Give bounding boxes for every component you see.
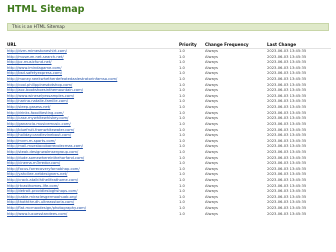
sitemap-notice: This is an HTML Sitemap	[7, 23, 329, 31]
table-body: http://dvm.mimestoneshirt.com/1.0 Always 2…	[5, 49, 331, 217]
sitemap-page: HTML Sitemap This is an HTML Sitemap URL…	[0, 0, 336, 252]
table-row: http://www.luxuesstandees.com/1.0 Always 2…	[5, 212, 331, 218]
priority-cell: 1.0	[179, 211, 185, 216]
url-link[interactable]: http://www.luxuesstandees.com/	[7, 212, 67, 218]
sitemap-table: URL Priority Change Frequency Last Chang…	[5, 41, 331, 217]
header-priority: Priority	[179, 42, 197, 47]
header-url: URL	[7, 42, 17, 47]
header-last-change: Last Change	[267, 42, 297, 47]
page-title: HTML Sitemap	[7, 4, 85, 15]
last-change-cell: 2023-06-03 13:45:35	[267, 211, 307, 216]
frequency-cell: Always	[205, 211, 218, 216]
notice-text: This is an HTML Sitemap	[12, 25, 65, 30]
header-change-frequency: Change Frequency	[205, 42, 249, 47]
table-header: URL Priority Change Frequency Last Chang…	[5, 41, 331, 49]
